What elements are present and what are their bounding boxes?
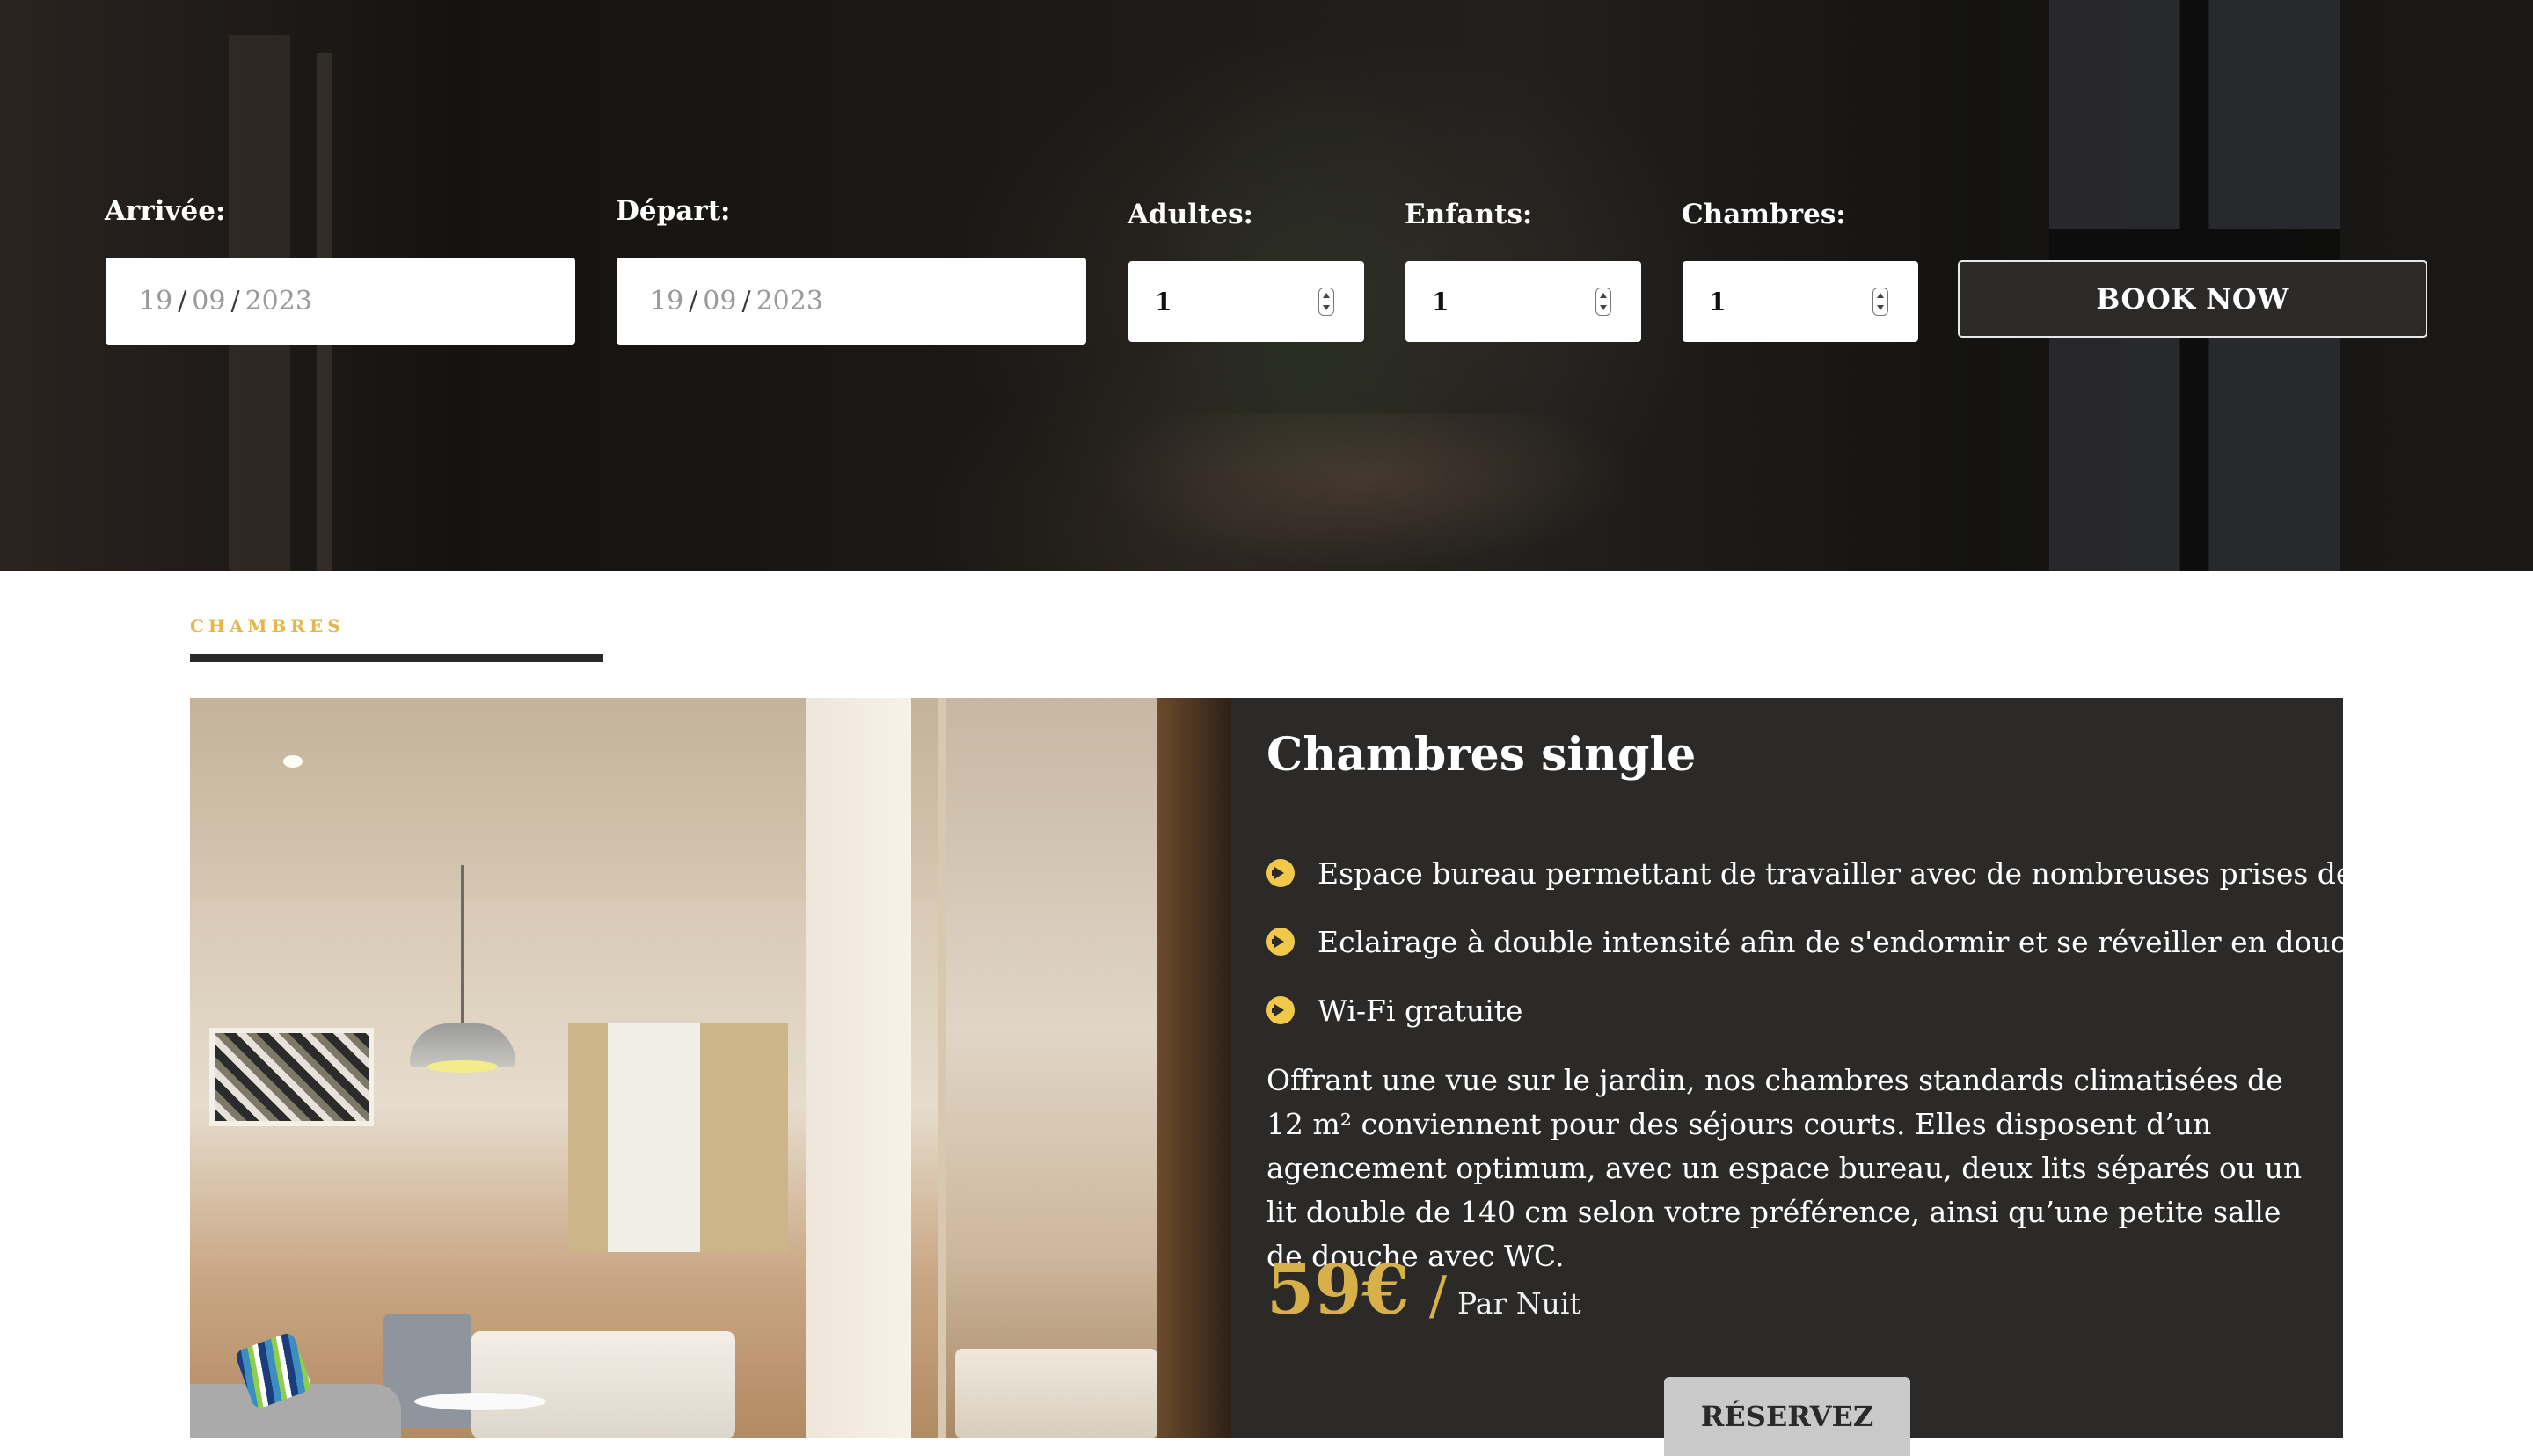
adults-spinner-icon[interactable] xyxy=(1318,288,1334,316)
list-item: Espace bureau permettant de travailler a… xyxy=(1266,839,2486,907)
arrival-month: 09 xyxy=(192,286,226,317)
arrow-circle-right-icon xyxy=(1266,859,1295,887)
feature-text: Espace bureau permettant de travailler a… xyxy=(1318,855,2486,891)
price-unit: Par Nuit xyxy=(1457,1286,1581,1321)
list-item: Wi-Fi gratuite xyxy=(1266,976,2486,1045)
room-details-panel: Chambres single Espace bureau permettant… xyxy=(1231,698,2486,1456)
children-spinner-icon[interactable] xyxy=(1595,288,1611,316)
rooms-label: Chambres: xyxy=(1682,199,1846,230)
photo-door-frame xyxy=(1157,698,1231,1438)
feature-text: Wi-Fi gratuite xyxy=(1318,993,1523,1028)
rooms-value: 1 xyxy=(1709,287,1726,317)
room-photo xyxy=(190,698,1231,1438)
rooms-input[interactable]: 1 xyxy=(1683,261,1918,342)
photo-wall xyxy=(806,698,911,1438)
departure-day: 19 xyxy=(650,286,684,317)
adults-input[interactable]: 1 xyxy=(1128,261,1364,342)
adults-label: Adultes: xyxy=(1128,199,1253,230)
price-row: 59€ / Par Nuit xyxy=(1266,1250,1581,1330)
section-eyebrow: CHAMBRES xyxy=(190,615,345,637)
arrival-label: Arrivée: xyxy=(105,195,226,227)
arrow-circle-right-icon xyxy=(1266,928,1295,956)
reserve-button[interactable]: RÉSERVEZ xyxy=(1664,1377,1910,1456)
background-plant xyxy=(1126,18,1495,475)
book-now-button[interactable]: BOOK NOW xyxy=(1958,260,2427,338)
adults-value: 1 xyxy=(1155,287,1172,317)
departure-date-input[interactable]: 19/09/2023 xyxy=(617,258,1086,345)
photo-wall-art xyxy=(209,1028,374,1126)
list-item: Eclairage à double intensité afin de s'e… xyxy=(1266,907,2486,976)
departure-year: 2023 xyxy=(756,286,823,317)
photo-ceiling-light xyxy=(283,755,303,768)
photo-mirror-reflection xyxy=(955,1349,1157,1438)
background-rug xyxy=(1091,413,1636,571)
room-price: 59€ xyxy=(1266,1250,1410,1330)
photo-lamp-glow xyxy=(427,1060,498,1073)
room-description: Offrant une vue sur le jardin, nos chamb… xyxy=(1266,1063,2303,1273)
price-separator: / xyxy=(1428,1265,1448,1327)
arrival-date-input[interactable]: 19/09/2023 xyxy=(106,258,575,345)
arrival-day: 19 xyxy=(139,286,173,317)
hero-booking-banner: Arrivée: 19/09/2023 Départ: 19/09/2023 A… xyxy=(0,0,2533,571)
children-value: 1 xyxy=(1432,287,1449,317)
children-input[interactable]: 1 xyxy=(1405,261,1641,342)
departure-month: 09 xyxy=(703,286,737,317)
photo-window xyxy=(568,1023,788,1252)
departure-label: Départ: xyxy=(616,195,731,227)
rooms-spinner-icon[interactable] xyxy=(1872,288,1888,316)
room-features-list: Espace bureau permettant de travailler a… xyxy=(1266,839,2486,1045)
arrival-year: 2023 xyxy=(245,286,312,317)
arrow-circle-right-icon xyxy=(1266,996,1295,1024)
photo-bed xyxy=(471,1331,735,1438)
room-title: Chambres single xyxy=(1266,728,1697,782)
section-divider xyxy=(190,654,603,662)
children-label: Enfants: xyxy=(1405,199,1533,230)
photo-lamp-cord xyxy=(461,865,464,1028)
feature-text: Eclairage à double intensité afin de s'e… xyxy=(1318,924,2403,959)
photo-table xyxy=(414,1393,546,1410)
